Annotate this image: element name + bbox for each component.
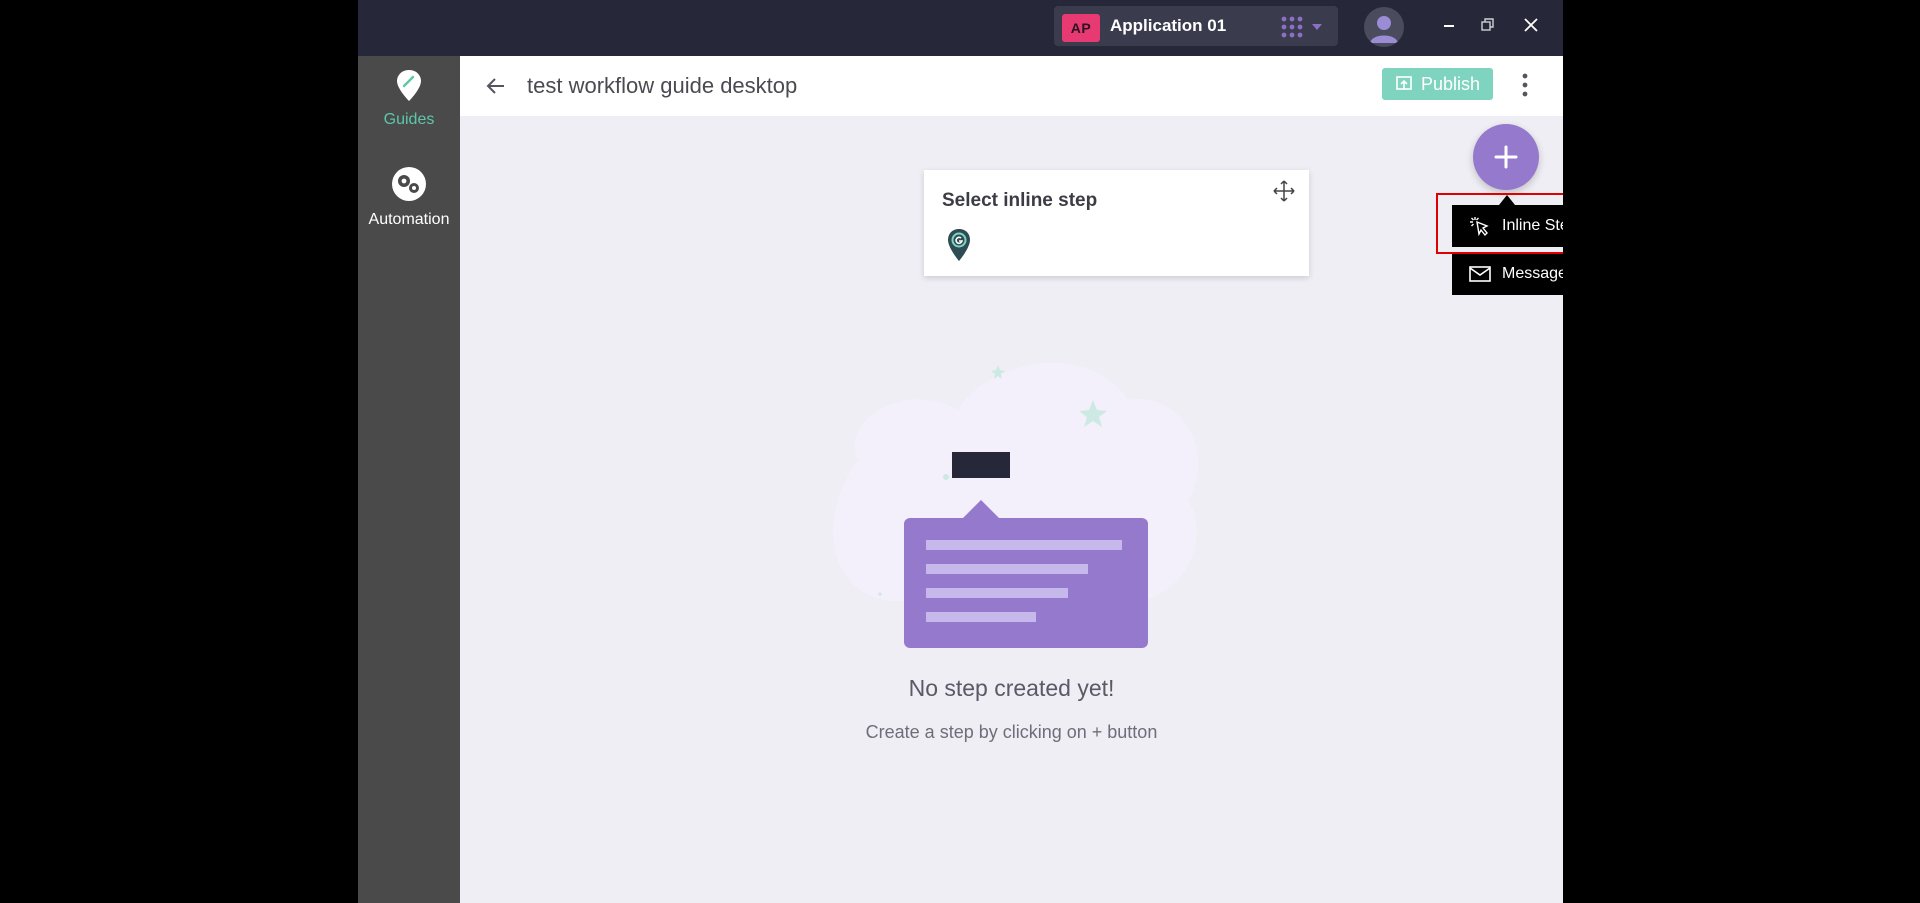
- envelope-icon: [1469, 266, 1491, 282]
- add-step-button[interactable]: [1473, 124, 1539, 190]
- menu-item-label: Inline Step: [1502, 217, 1563, 234]
- close-button[interactable]: [1518, 12, 1544, 38]
- app-badge: AP: [1062, 14, 1100, 42]
- cursor-click-icon: [1470, 217, 1489, 237]
- select-inline-step-popup: Select inline step: [924, 170, 1309, 276]
- sidebar: Guides Automation: [358, 56, 460, 903]
- user-icon: [1370, 16, 1398, 43]
- guides-icon: [397, 70, 421, 101]
- app-window: AP Application 01 Guides Automation test…: [358, 0, 1563, 903]
- empty-state-subtitle: Create a step by clicking on + button: [865, 722, 1158, 742]
- minimize-icon: [1444, 25, 1454, 27]
- publish-button[interactable]: Publish: [1382, 68, 1493, 100]
- application-selector[interactable]: AP Application 01: [1054, 6, 1338, 46]
- sidebar-item-label: Guides: [383, 111, 435, 128]
- more-vertical-icon[interactable]: [1515, 70, 1535, 100]
- empty-state-illustration: [833, 362, 1199, 648]
- minimize-button[interactable]: [1436, 12, 1462, 38]
- publish-icon: [1396, 76, 1412, 90]
- arrow-left-icon[interactable]: [482, 72, 510, 100]
- plus-icon: [1494, 145, 1518, 169]
- app-name: Application 01: [1110, 16, 1227, 35]
- menu-arrow: [1499, 195, 1515, 205]
- avatar[interactable]: [1364, 7, 1404, 47]
- page-title: test workflow guide desktop: [527, 73, 798, 98]
- sidebar-item-guides[interactable]: Guides: [358, 68, 460, 129]
- chevron-down-icon[interactable]: [1310, 20, 1324, 34]
- sidebar-item-label: Automation: [368, 211, 450, 228]
- empty-state-title: No step created yet!: [908, 675, 1115, 701]
- menu-item-inline-step[interactable]: Inline Step: [1452, 205, 1563, 247]
- menu-item-message-step[interactable]: Message Step: [1452, 253, 1563, 295]
- menu-item-label: Message Step: [1502, 265, 1563, 282]
- page-header: test workflow guide desktop Publish: [460, 56, 1563, 116]
- restore-button[interactable]: [1475, 12, 1501, 38]
- move-icon[interactable]: [1272, 179, 1296, 203]
- apps-grid-icon[interactable]: [1280, 15, 1304, 39]
- close-icon: [1524, 18, 1538, 32]
- automation-icon: [392, 167, 426, 201]
- location-pin-icon[interactable]: [946, 228, 972, 262]
- popup-title: Select inline step: [942, 190, 1098, 211]
- sidebar-item-automation[interactable]: Automation: [358, 164, 460, 229]
- publish-label: Publish: [1420, 73, 1481, 94]
- title-bar: AP Application 01: [358, 0, 1563, 56]
- restore-icon: [1481, 18, 1494, 31]
